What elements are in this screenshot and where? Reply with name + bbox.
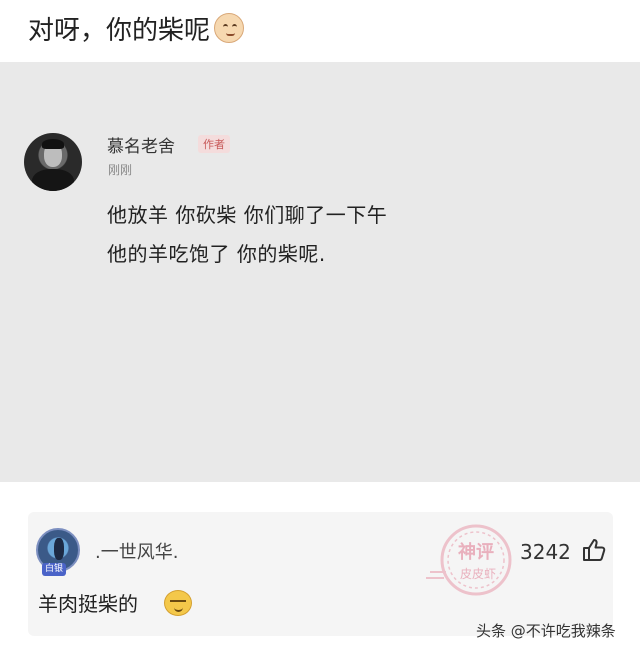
quote-line-2: 他的羊吃饱了 你的柴呢. <box>107 242 326 266</box>
author-avatar[interactable] <box>24 133 82 191</box>
comment-text: 羊肉挺柴的 <box>38 592 138 616</box>
top-comment-stamp-icon: 神评 皮皮虾 <box>426 524 512 596</box>
post-title: 对呀，你的柴呢 <box>28 8 245 48</box>
commenter-name[interactable]: .一世风华. <box>95 538 178 564</box>
author-badge: 作者 <box>198 135 230 153</box>
comment-card <box>28 512 613 636</box>
commenter-avatar-badge: 白银 <box>42 563 67 576</box>
embedded-screenshot <box>0 62 640 482</box>
smirk-face-icon <box>214 13 245 43</box>
stamp-text-top: 神评 <box>458 541 494 563</box>
post-title-text: 对呀，你的柴呢 <box>28 15 211 46</box>
stamp-text-bottom: 皮皮虾 <box>460 567 496 581</box>
post-time: 刚刚 <box>108 163 133 177</box>
smug-face-icon <box>164 590 192 616</box>
source-watermark: 头条 @不许吃我辣条 <box>476 622 616 640</box>
quote-line-1: 他放羊 你砍柴 你们聊了一下午 <box>107 203 388 227</box>
thumbs-up-icon[interactable] <box>581 537 607 563</box>
like-count: 3242 <box>520 540 571 564</box>
author-name[interactable]: 慕名老舍 <box>107 132 175 157</box>
